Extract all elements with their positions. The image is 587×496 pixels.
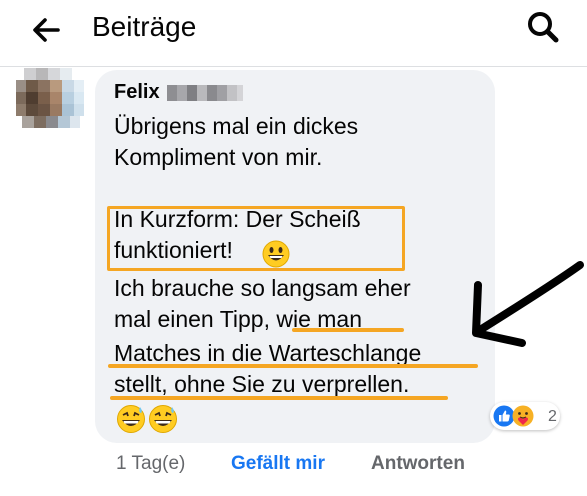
comment-author[interactable]: Felix	[114, 80, 160, 104]
grinning-sweat-emoji	[117, 405, 145, 433]
reply-button[interactable]: Antworten	[371, 452, 465, 476]
comment-line: Ich brauche so langsam eher	[114, 275, 411, 301]
highlight-underline	[108, 364, 478, 368]
comment-timestamp[interactable]: 1 Tag(e)	[116, 452, 185, 476]
search-button[interactable]	[524, 9, 562, 47]
like-button[interactable]: Gefällt mir	[231, 452, 325, 476]
grinning-sweat-emoji	[149, 405, 177, 433]
care-reaction-icon	[512, 405, 534, 427]
back-button[interactable]	[28, 12, 64, 48]
highlight-box	[107, 206, 405, 271]
highlight-underline	[292, 328, 404, 332]
top-bar: Beiträge	[0, 0, 587, 67]
page-title: Beiträge	[92, 11, 197, 42]
comment-line: Kompliment von mir.	[114, 144, 323, 170]
highlight-underline	[110, 396, 448, 400]
search-icon	[528, 12, 559, 43]
reaction-count: 2	[548, 408, 557, 425]
avatar[interactable]	[16, 68, 84, 132]
arrow-left-icon	[33, 18, 60, 42]
comment-line: Übrigens mal ein dickes	[114, 113, 359, 139]
redacted-surname	[167, 85, 243, 101]
annotation-arrow	[472, 261, 584, 347]
